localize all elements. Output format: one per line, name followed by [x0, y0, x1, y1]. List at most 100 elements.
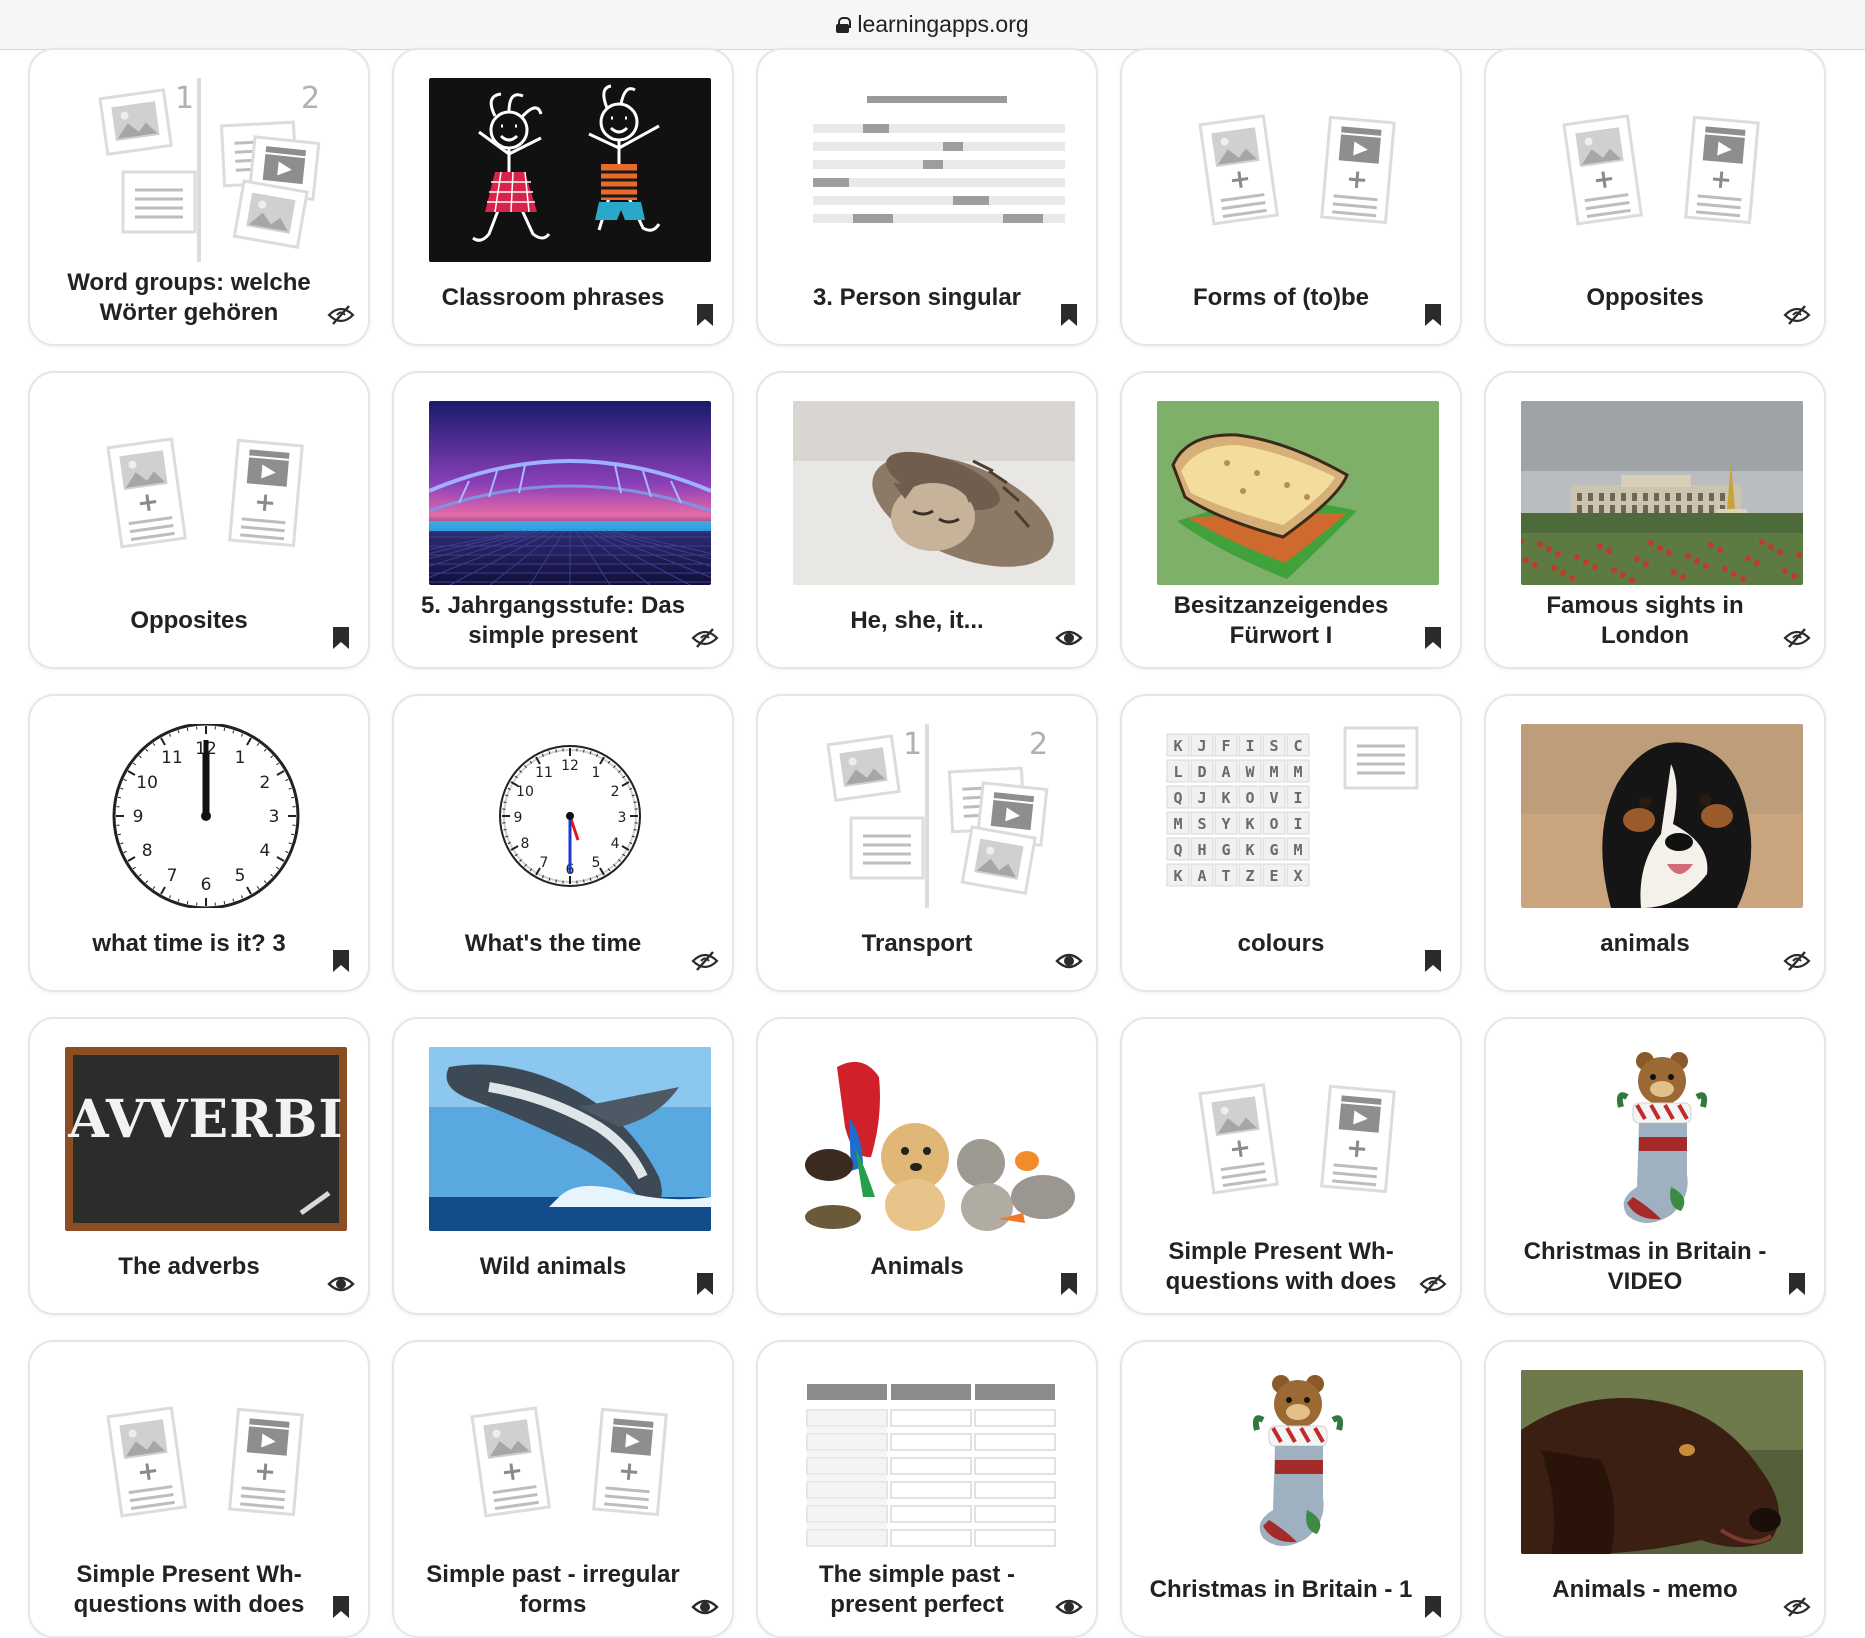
app-card[interactable]: + + Opposites — [28, 371, 370, 669]
svg-text:1: 1 — [592, 765, 601, 781]
app-card[interactable]: + + Opposites — [1484, 48, 1826, 346]
bookmark-icon[interactable] — [326, 946, 356, 976]
svg-text:6: 6 — [201, 875, 212, 895]
svg-text:I: I — [1293, 789, 1302, 807]
svg-text:M: M — [1293, 841, 1302, 859]
app-card[interactable]: + + Simple past - irregular forms — [392, 1340, 734, 1638]
svg-text:A: A — [1197, 867, 1206, 885]
app-card[interactable]: 1 2 Word groups: welche Wörter gehören — [28, 48, 370, 346]
app-card[interactable]: 121234567891011 What's the time — [392, 694, 734, 992]
eye-icon[interactable] — [1054, 1592, 1084, 1622]
app-card[interactable]: AVVERBI The adverbs — [28, 1017, 370, 1315]
svg-text:G: G — [1221, 841, 1230, 859]
app-thumbnail-sleeping-cat — [793, 401, 1075, 585]
svg-text:2: 2 — [259, 773, 270, 793]
app-card[interactable]: Christmas in Britain - 1 — [1120, 1340, 1462, 1638]
app-card[interactable]: Christmas in Britain - VIDEO — [1484, 1017, 1826, 1315]
eye-off-icon[interactable] — [690, 946, 720, 976]
svg-text:12: 12 — [561, 758, 579, 774]
eye-icon[interactable] — [1054, 623, 1084, 653]
svg-text:5: 5 — [235, 866, 246, 886]
bookmark-icon[interactable] — [1782, 1269, 1812, 1299]
svg-text:Z: Z — [1245, 867, 1254, 885]
app-title: 3. Person singular — [812, 284, 1022, 311]
bookmark-icon[interactable] — [326, 623, 356, 653]
app-thumbnail-stocking — [1521, 1047, 1803, 1231]
app-card[interactable]: Animals - memo — [1484, 1340, 1826, 1638]
svg-text:Y: Y — [1221, 815, 1230, 833]
eye-off-icon[interactable] — [1418, 1269, 1448, 1299]
svg-text:M: M — [1173, 815, 1182, 833]
svg-text:I: I — [1293, 815, 1302, 833]
svg-text:10: 10 — [516, 784, 534, 800]
app-title: The simple past - present perfect — [818, 1561, 1016, 1618]
app-card[interactable]: animals — [1484, 694, 1826, 992]
app-thumbnail-group-assignment: 1 2 — [65, 78, 347, 262]
bookmark-icon[interactable] — [690, 300, 720, 330]
app-card[interactable]: + + Simple Present Wh-questions with doe… — [28, 1340, 370, 1638]
app-card[interactable]: + + Forms of (to)be — [1120, 48, 1462, 346]
bookmark-icon[interactable] — [1418, 946, 1448, 976]
app-card[interactable]: The simple past - present perfect — [756, 1340, 1098, 1638]
app-card[interactable]: Classroom phrases — [392, 48, 734, 346]
eye-off-icon[interactable] — [1782, 623, 1812, 653]
app-thumbnail-sandwich — [1157, 401, 1439, 585]
eye-off-icon[interactable] — [690, 623, 720, 653]
svg-text:G: G — [1269, 841, 1278, 859]
svg-text:S: S — [1197, 815, 1206, 833]
svg-text:M: M — [1269, 763, 1278, 781]
svg-text:K: K — [1245, 815, 1254, 833]
eye-off-icon[interactable] — [326, 300, 356, 330]
app-card[interactable]: + + Simple Present Wh-questions with doe… — [1120, 1017, 1462, 1315]
app-title: Animals - memo — [1552, 1576, 1738, 1603]
bookmark-icon[interactable] — [1054, 1269, 1084, 1299]
app-thumbnail-clock-small: 121234567891011 — [429, 724, 711, 908]
app-card[interactable]: Famous sights in London — [1484, 371, 1826, 669]
eye-off-icon[interactable] — [1782, 946, 1812, 976]
svg-text:1: 1 — [235, 748, 246, 768]
svg-text:+: + — [1227, 1132, 1253, 1165]
bookmark-icon[interactable] — [326, 1592, 356, 1622]
app-title: Simple Present Wh-questions with does — [1165, 1238, 1397, 1295]
svg-text:+: + — [1591, 163, 1617, 196]
svg-text:5: 5 — [592, 855, 601, 871]
app-card[interactable]: 1 2 Transport — [756, 694, 1098, 992]
app-card[interactable]: 121234567891011 what time is it? 3 — [28, 694, 370, 992]
bookmark-icon[interactable] — [1418, 623, 1448, 653]
bookmark-icon[interactable] — [690, 1269, 720, 1299]
bookmark-icon[interactable] — [1054, 300, 1084, 330]
bookmark-icon[interactable] — [1418, 300, 1448, 330]
svg-text:I: I — [1245, 737, 1254, 755]
app-card[interactable]: Animals — [756, 1017, 1098, 1315]
eye-icon[interactable] — [690, 1592, 720, 1622]
app-card[interactable]: Wild animals — [392, 1017, 734, 1315]
svg-text:O: O — [1245, 789, 1254, 807]
svg-text:11: 11 — [535, 765, 553, 781]
app-title: Christmas in Britain - VIDEO — [1523, 1238, 1767, 1295]
bookmark-icon[interactable] — [1418, 1592, 1448, 1622]
eye-icon[interactable] — [1054, 946, 1084, 976]
svg-text:3: 3 — [618, 810, 627, 826]
svg-text:Q: Q — [1173, 841, 1182, 859]
app-card[interactable]: He, she, it... — [756, 371, 1098, 669]
eye-icon[interactable] — [326, 1269, 356, 1299]
app-thumbnail-neon-bridge — [429, 401, 711, 585]
app-thumbnail-palace — [1521, 401, 1803, 585]
app-title: Opposites — [1586, 284, 1704, 311]
chalkboard-text: AVVERBI — [67, 1089, 343, 1150]
svg-text:10: 10 — [136, 773, 158, 793]
eye-off-icon[interactable] — [1782, 1592, 1812, 1622]
app-card[interactable]: Besitzanzeigendes Fürwort I — [1120, 371, 1462, 669]
svg-text:8: 8 — [142, 841, 153, 861]
eye-off-icon[interactable] — [1782, 300, 1812, 330]
app-card[interactable]: K J F I S C L D A W M M Q J K O V I M S … — [1120, 694, 1462, 992]
svg-text:Q: Q — [1173, 789, 1182, 807]
svg-text:K: K — [1173, 867, 1182, 885]
app-card[interactable]: 3. Person singular — [756, 48, 1098, 346]
svg-text:+: + — [1227, 163, 1253, 196]
app-card[interactable]: 5. Jahrgangsstufe: Das simple present — [392, 371, 734, 669]
app-thumbnail-brown-dog — [1521, 1370, 1803, 1554]
svg-text:7: 7 — [540, 855, 549, 871]
app-title: Animals — [870, 1253, 964, 1280]
group-label-2: 2 — [301, 81, 320, 116]
